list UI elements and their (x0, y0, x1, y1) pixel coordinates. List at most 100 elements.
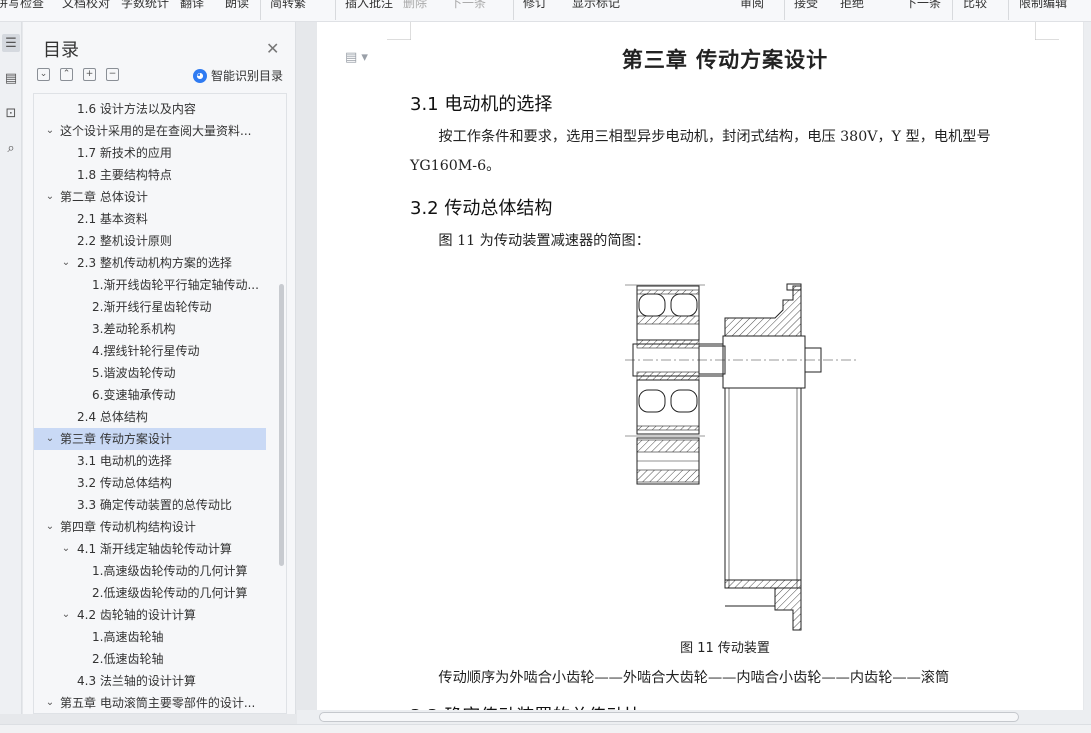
toc-item-label: 5.谐波齿轮传动 (92, 366, 176, 380)
toc-item-label: 2.1 基本资料 (77, 212, 148, 226)
simp-trad-button[interactable]: 简转繁 (270, 0, 306, 11)
smart-toc-label: 智能识别目录 (211, 69, 284, 83)
vertical-scrollbar[interactable] (1084, 22, 1091, 710)
toc-item[interactable]: 1.高速齿轮轴 (34, 626, 266, 648)
word-count-button[interactable]: 字数统计 (121, 0, 169, 11)
review-button[interactable]: 审阅 (740, 0, 764, 11)
toc-item[interactable]: ⌄ 4.1 渐开线定轴齿轮传动计算 (34, 538, 266, 560)
toc-item[interactable]: 1.6 设计方法以及内容 (34, 98, 266, 120)
toc-item[interactable]: ⌄ 2.3 整机传动机构方案的选择 (34, 252, 266, 274)
paragraph-3-1: 按工作条件和要求，选用三相型异步电动机，封闭式结构，电压 380V，Y 型，电机… (410, 129, 991, 174)
toc-item-label: 4.2 齿轮轴的设计计算 (77, 608, 196, 622)
paragraph-sequence: 传动顺序为外啮合小齿轮——外啮合大齿轮——内啮合小齿轮——内齿轮——滚筒 (438, 670, 950, 686)
toc-item-label: 1.8 主要结构特点 (77, 168, 172, 182)
accept-button[interactable]: 接受 (794, 0, 818, 11)
heading-3-3: 3.3 确定传动装置的总传动比 (410, 702, 642, 710)
toc-item[interactable]: 1.渐开线齿轮平行轴定轴传动... (34, 274, 266, 296)
add-heading-icon[interactable]: + (83, 68, 96, 81)
toc-item[interactable]: 4.摆线针轮行星传动 (34, 340, 266, 362)
toc-panel: 目录 ✕ ⌄ ⌃ + − ◕ 智能识别目录 1.6 设计方法以及内容 ⌄ 这个设计采… (23, 22, 296, 714)
toc-item[interactable]: 1.8 主要结构特点 (34, 164, 266, 186)
chevron-down-icon[interactable]: ⌄ (44, 186, 56, 208)
chevron-down-icon[interactable]: ⌄ (60, 604, 72, 626)
toc-item-label: 1.7 新技术的应用 (77, 146, 172, 160)
toc-item[interactable]: 1.7 新技术的应用 (34, 142, 266, 164)
toc-item[interactable]: 3.差动轮系机构 (34, 318, 266, 340)
toc-item[interactable]: 5.谐波齿轮传动 (34, 362, 266, 384)
divider (1008, 0, 1009, 20)
toc-item[interactable]: ⌄ 这个设计采用的是在查阅大量资料... (34, 120, 266, 142)
restrict-editing-button[interactable]: 限制编辑 (1019, 0, 1067, 11)
delete-comment-button[interactable]: 删除 (403, 0, 427, 11)
toc-toolbar: ⌄ ⌃ + − (37, 68, 119, 81)
toc-item-label: 2.渐开线行星齿轮传动 (92, 300, 212, 314)
chevron-down-icon[interactable]: ⌄ (44, 120, 56, 142)
toc-item-label: 1.高速齿轮轴 (92, 630, 164, 644)
toc-item[interactable]: ⌄ 第五章 电动滚筒主要零部件的设计... (34, 692, 266, 713)
smart-toc-button[interactable]: ◕ 智能识别目录 (193, 67, 283, 84)
doc-proofread-button[interactable]: 文档校对 (62, 0, 110, 11)
toc-item[interactable]: 2.2 整机设计原则 (34, 230, 266, 252)
chevron-down-icon[interactable]: ⌄ (60, 252, 72, 274)
toc-list: 1.6 设计方法以及内容 ⌄ 这个设计采用的是在查阅大量资料... 1.7 新技术的应… (34, 98, 266, 713)
read-aloud-button[interactable]: 朗读 (225, 0, 249, 11)
chevron-down-icon[interactable]: ⌄ (44, 428, 56, 450)
insert-comment-button[interactable]: 插入批注 (345, 0, 393, 11)
toc-item[interactable]: 6.变速轴承传动 (34, 384, 266, 406)
toc-title: 目录 (43, 40, 79, 61)
toc-item-label: 2.低速齿轮轴 (92, 652, 164, 666)
document-page[interactable]: ▤ ▾ 第三章 传动方案设计 3.1 电动机的选择 按工作条件和要求，选用三相型… (317, 22, 1083, 710)
heading-3-1: 3.1 电动机的选择 (410, 94, 553, 115)
divider (784, 0, 785, 20)
chevron-down-icon[interactable]: ⌄ (44, 516, 56, 538)
chevron-down-icon[interactable]: ⌄ (44, 692, 56, 713)
show-markup-button[interactable]: 显示标记 (572, 0, 620, 11)
remove-heading-icon[interactable]: − (106, 68, 119, 81)
navigation-rail: ☰ ▤ ⊡ ⌕ (0, 22, 22, 714)
crop-mark (387, 22, 411, 40)
toc-item[interactable]: 4.3 法兰轴的设计计算 (34, 670, 266, 692)
chevron-down-icon[interactable]: ⌄ (60, 538, 72, 560)
translate-button[interactable]: 翻译 (180, 0, 204, 11)
toc-item[interactable]: ⌄ 4.2 齿轮轴的设计计算 (34, 604, 266, 626)
toc-item-label: 第四章 传动机构结构设计 (60, 520, 196, 534)
toc-item[interactable]: ⌄ 第二章 总体设计 (34, 186, 266, 208)
chapter-title: 第三章 传动方案设计 (621, 48, 829, 72)
toc-item-label: 3.3 确定传动装置的总传动比 (77, 498, 232, 512)
toc-item[interactable]: 3.2 传动总体结构 (34, 472, 266, 494)
toc-item[interactable]: 1.高速级齿轮传动的几何计算 (34, 560, 266, 582)
toc-nav-icon[interactable]: ☰ (2, 34, 20, 52)
toc-item-label: 1.高速级齿轮传动的几何计算 (92, 564, 248, 578)
toc-item[interactable]: 2.低速级齿轮传动的几何计算 (34, 582, 266, 604)
spell-check-button[interactable]: 拼写检查 (0, 0, 44, 11)
collapse-all-icon[interactable]: ⌄ (37, 68, 50, 81)
toc-item[interactable]: 2.1 基本资料 (34, 208, 266, 230)
close-icon[interactable]: ✕ (266, 39, 279, 58)
toc-item[interactable]: 2.渐开线行星齿轮传动 (34, 296, 266, 318)
page-nav-icon[interactable]: ▤ (2, 69, 20, 87)
toc-item[interactable]: 3.1 电动机的选择 (34, 450, 266, 472)
toc-item-label: 第二章 总体设计 (60, 190, 148, 204)
next-comment-button[interactable]: 下一条 (450, 0, 486, 11)
toc-item[interactable]: 2.低速齿轮轴 (34, 648, 266, 670)
toc-item[interactable]: 2.4 总体结构 (34, 406, 266, 428)
divider (952, 0, 953, 20)
next-change-button[interactable]: 下一条 (905, 0, 941, 11)
toc-item-label: 1.渐开线齿轮平行轴定轴传动... (92, 278, 259, 292)
track-changes-button[interactable]: 修订 (523, 0, 547, 11)
paragraph-icon[interactable]: ▤ ▾ (345, 50, 368, 65)
bookmark-nav-icon[interactable]: ⊡ (2, 104, 20, 122)
toc-item[interactable]: 3.3 确定传动装置的总传动比 (34, 494, 266, 516)
toc-item-label: 3.1 电动机的选择 (77, 454, 172, 468)
search-nav-icon[interactable]: ⌕ (2, 139, 20, 157)
toc-item[interactable]: ⌄ 第四章 传动机构结构设计 (34, 516, 266, 538)
toc-item-label: 1.6 设计方法以及内容 (77, 102, 196, 116)
expand-all-icon[interactable]: ⌃ (60, 68, 73, 81)
scroll-thumb[interactable] (319, 712, 1019, 722)
compare-button[interactable]: 比较 (963, 0, 987, 11)
toc-scrollbar[interactable] (279, 284, 284, 566)
toc-item-label: 这个设计采用的是在查阅大量资料... (60, 124, 252, 138)
reject-button[interactable]: 拒绝 (840, 0, 864, 11)
horizontal-scrollbar[interactable] (297, 710, 1091, 724)
toc-item[interactable]: ⌄ 第三章 传动方案设计 (34, 428, 266, 450)
